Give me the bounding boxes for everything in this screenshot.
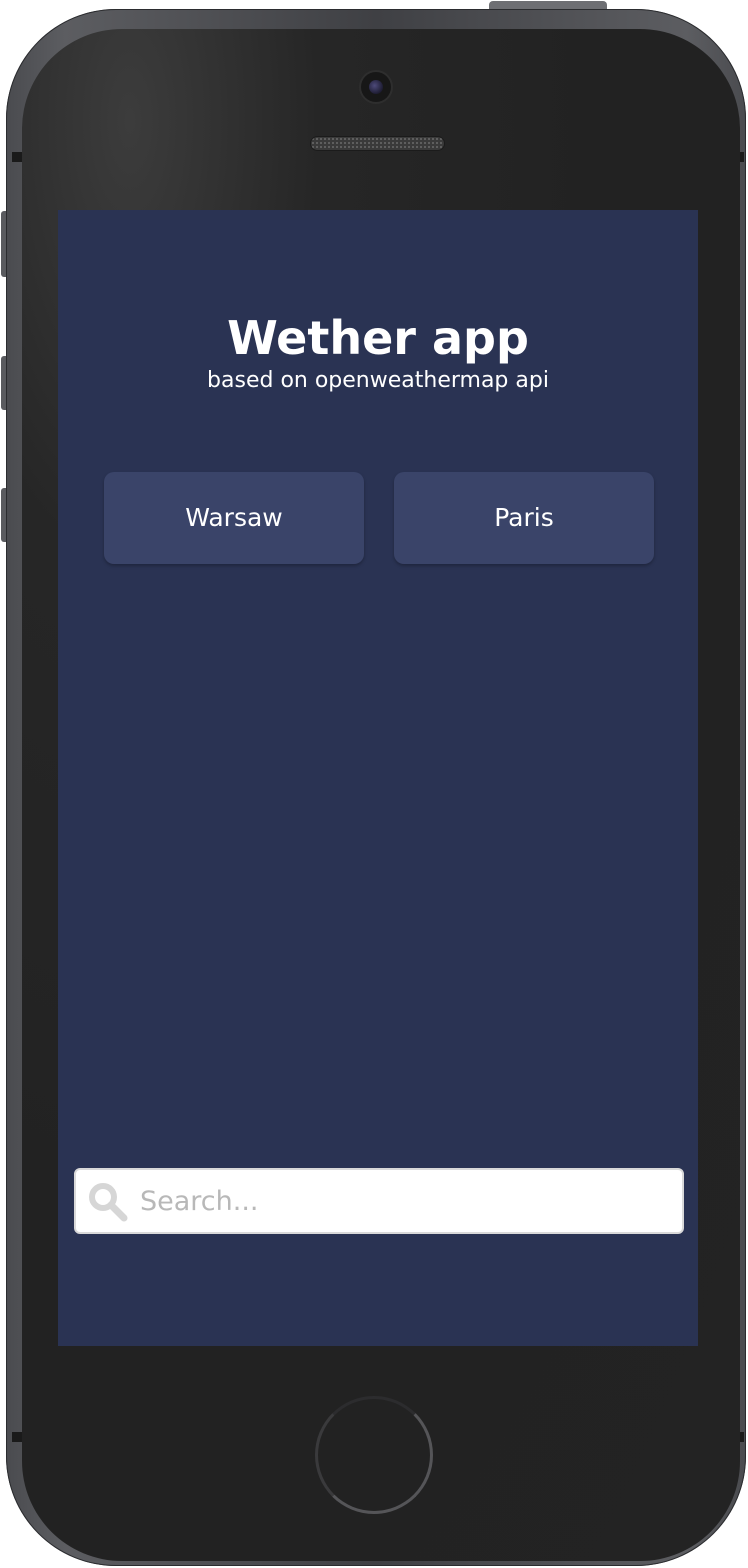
earpiece-speaker xyxy=(311,137,444,150)
search-input[interactable] xyxy=(140,1170,670,1232)
city-button-paris[interactable]: Paris xyxy=(394,472,654,564)
search-icon xyxy=(89,1183,128,1222)
page: Wether app based on openweathermap api W… xyxy=(0,0,748,1568)
app-title: Wether app xyxy=(227,311,529,365)
home-button xyxy=(315,1396,433,1514)
search-bar[interactable] xyxy=(74,1168,684,1234)
app-screen: Wether app based on openweathermap api W… xyxy=(58,210,698,1346)
app-subtitle: based on openweathermap api xyxy=(207,368,549,393)
front-camera xyxy=(361,72,391,102)
city-button-warsaw[interactable]: Warsaw xyxy=(104,472,364,564)
